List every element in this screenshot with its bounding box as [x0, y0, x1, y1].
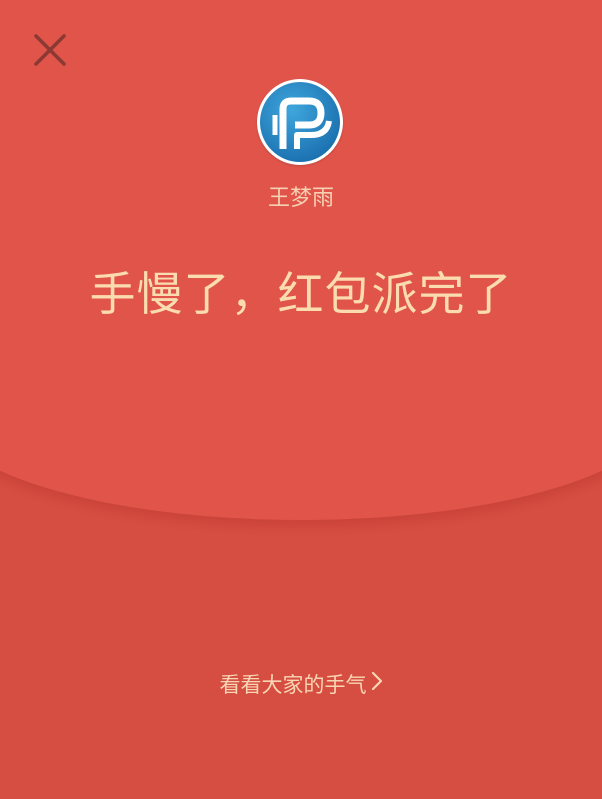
status-message: 手慢了，红包派完了 — [89, 267, 513, 321]
chevron-right-icon — [371, 669, 383, 699]
close-button[interactable] — [30, 30, 70, 70]
avatar[interactable] — [257, 79, 343, 165]
close-icon — [34, 34, 66, 66]
sender-name: 王梦雨 — [267, 186, 334, 211]
company-logo-icon — [260, 82, 340, 162]
envelope-flap — [0, 0, 602, 520]
luck-link-label: 看看大家的手气 — [219, 673, 367, 697]
view-everyones-luck-link[interactable]: 看看大家的手气 — [0, 670, 602, 700]
red-envelope-screen: 王梦雨 手慢了，红包派完了 看看大家的手气 — [0, 0, 602, 799]
